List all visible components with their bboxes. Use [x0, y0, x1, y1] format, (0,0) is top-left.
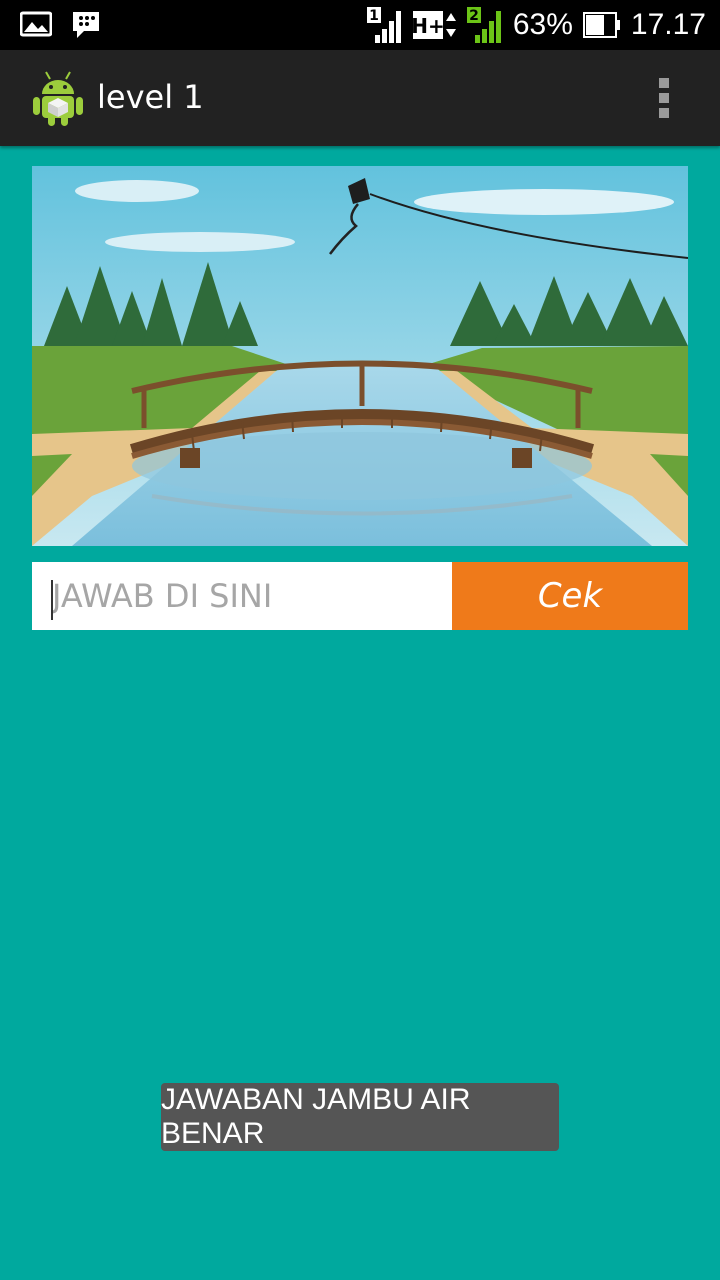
- clock: 17.17: [630, 8, 706, 41]
- status-left-icons: [20, 10, 102, 40]
- battery-percent: 63%: [512, 8, 573, 41]
- overflow-dot: [659, 93, 669, 103]
- signal-sim1-icon: 1: [366, 7, 401, 43]
- android-icon[interactable]: [30, 68, 86, 128]
- sim2-label: 2: [469, 8, 479, 24]
- status-right-icons: 1 H+ 2 63% 17.17: [366, 5, 706, 45]
- bbm-icon: [73, 12, 99, 38]
- toast-message: JAWABAN JAMBU AIR BENAR: [161, 1083, 559, 1151]
- battery-icon: [582, 12, 620, 38]
- check-button[interactable]: Cek: [452, 562, 688, 630]
- action-bar: level 1: [0, 50, 720, 146]
- gallery-icon: [20, 11, 52, 37]
- network-type-label: H+: [413, 14, 445, 38]
- overflow-dot: [659, 108, 669, 118]
- answer-input[interactable]: [32, 562, 452, 630]
- overflow-dot: [659, 78, 669, 88]
- sim1-label: 1: [369, 8, 379, 24]
- signal-sim2-icon: 2: [466, 7, 501, 43]
- page-title: level 1: [97, 78, 204, 116]
- status-bar: 1 H+ 2 63% 17.17: [0, 0, 720, 50]
- text-cursor: [51, 580, 53, 620]
- overflow-menu-icon[interactable]: [648, 74, 680, 122]
- network-type-icon: H+: [412, 11, 456, 39]
- puzzle-image: [32, 166, 688, 546]
